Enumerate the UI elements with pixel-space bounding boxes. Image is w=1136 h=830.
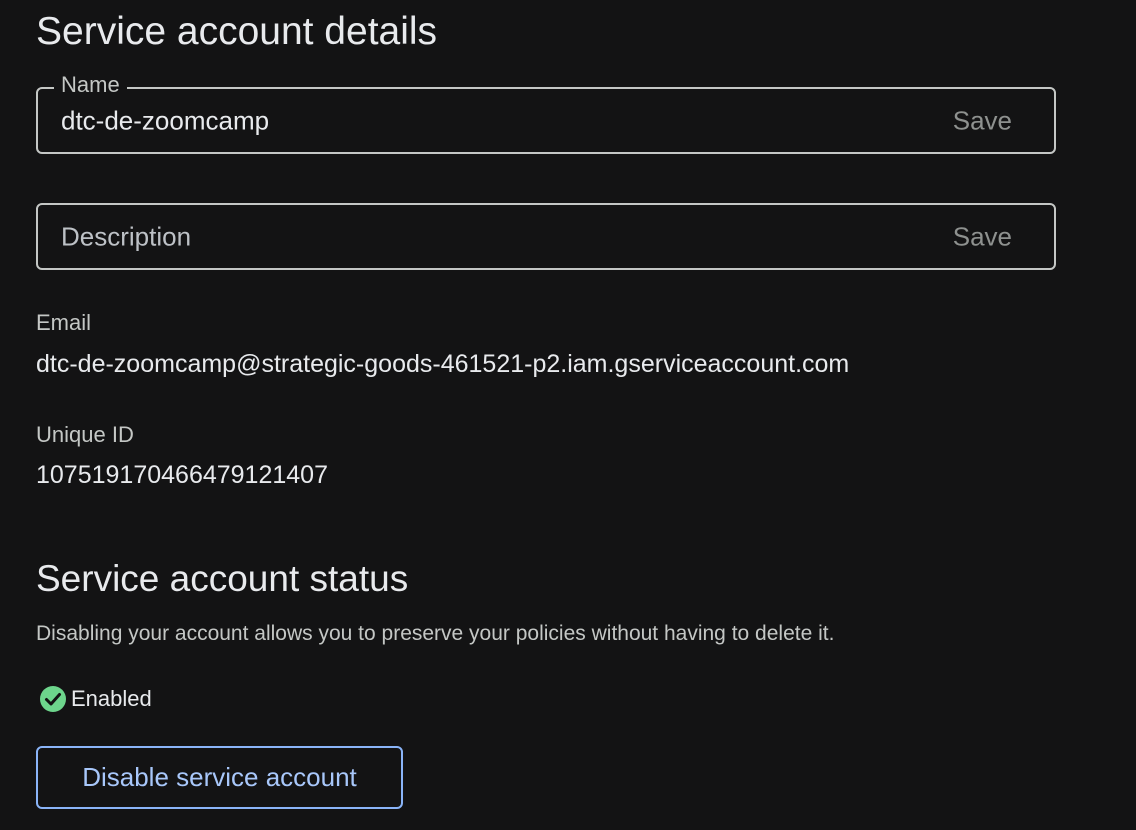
status-helper-text: Disabling your account allows you to pre… (36, 622, 835, 645)
unique-id-value: 107519170466479121407 (36, 461, 328, 489)
disable-service-account-button[interactable]: Disable service account (36, 746, 403, 809)
description-input[interactable]: Description (61, 221, 191, 252)
name-input[interactable]: dtc-de-zoomcamp (61, 105, 269, 136)
name-save-button[interactable]: Save (953, 105, 1012, 136)
description-save-button[interactable]: Save (953, 221, 1012, 252)
name-field[interactable]: Name dtc-de-zoomcamp Save (36, 70, 1056, 154)
email-value: dtc-de-zoomcamp@strategic-goods-461521-p… (36, 350, 850, 378)
email-label: Email (36, 310, 92, 335)
status-section-title: Service account status (36, 558, 409, 599)
status-label: Enabled (71, 686, 152, 711)
page-title: Service account details (36, 10, 438, 53)
description-field[interactable]: Description Save (36, 203, 1056, 270)
unique-id-label: Unique ID (36, 422, 134, 447)
status-indicator: Enabled (39, 684, 152, 714)
check-circle-icon (39, 685, 67, 713)
name-field-label: Name (54, 70, 127, 100)
